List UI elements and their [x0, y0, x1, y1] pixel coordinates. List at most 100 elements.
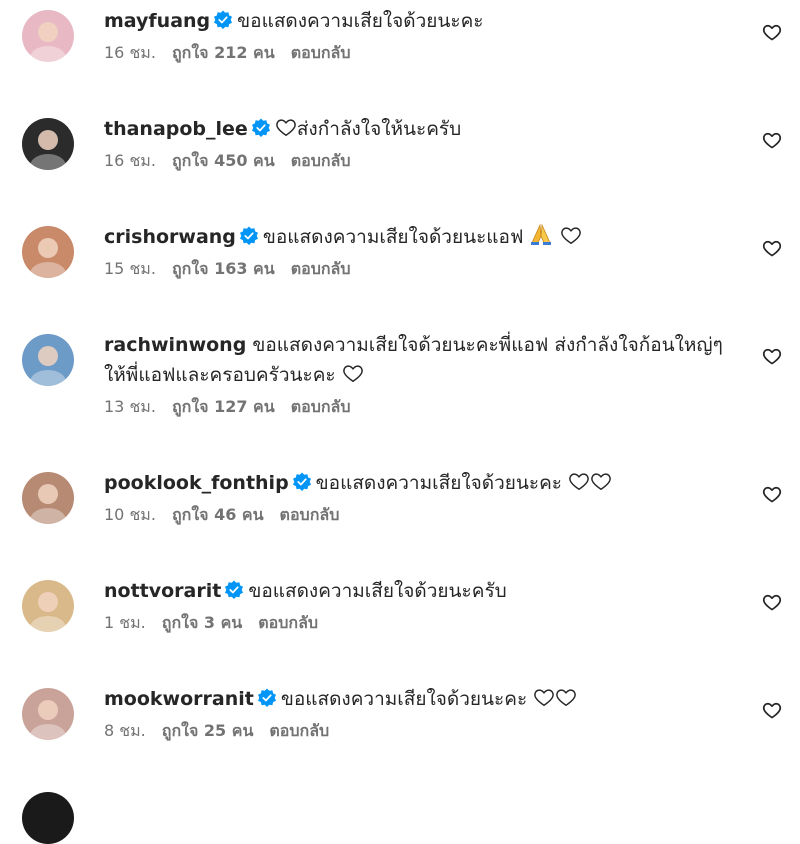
comment-text: rachwinwong ขอแสดงความเสียใจด้วยนะคะพี่แ… [104, 330, 744, 390]
comment-text: nottvorarit ขอแสดงความเสียใจด้วยนะครับ [104, 576, 744, 606]
comment-message: ขอแสดงความเสียใจด้วยนะคะ [315, 472, 562, 494]
comment-body: mookworranit ขอแสดงความเสียใจด้วยนะคะ 8 ช… [104, 684, 744, 742]
reply-button[interactable]: ตอบกลับ [291, 259, 351, 278]
username-link[interactable]: mookworranit [104, 688, 254, 710]
comment-body: pooklook_fonthip ขอแสดงความเสียใจด้วยนะคะ… [104, 468, 744, 526]
comment-meta: 1 ชม. ถูกใจ 3 คน ตอบกลับ [104, 612, 744, 634]
comment-time[interactable]: 8 ชม. [104, 721, 146, 740]
likes-count[interactable]: ถูกใจ 25 คน [162, 721, 254, 740]
avatar[interactable] [22, 226, 74, 278]
verified-badge-icon [214, 10, 233, 29]
comment-meta: 16 ชม. ถูกใจ 450 คน ตอบกลับ [104, 150, 744, 172]
comment-time[interactable]: 16 ชม. [104, 43, 156, 62]
heart-icon [569, 473, 589, 490]
comment-text-partial [104, 795, 384, 805]
comment-body: mayfuang ขอแสดงความเสียใจด้วยนะคะ 16 ชม. ถู… [104, 6, 744, 64]
heart-outline-icon [762, 702, 782, 719]
username-link[interactable]: nottvorarit [104, 580, 221, 602]
avatar[interactable] [22, 580, 74, 632]
username-link[interactable]: thanapob_lee [104, 118, 248, 140]
comment-meta: 10 ชม. ถูกใจ 46 คน ตอบกลับ [104, 504, 744, 526]
likes-count[interactable]: ถูกใจ 163 คน [172, 259, 275, 278]
comment-text: mookworranit ขอแสดงความเสียใจด้วยนะคะ [104, 684, 744, 714]
comment-time[interactable]: 1 ชม. [104, 613, 146, 632]
heart-icon [591, 473, 611, 490]
heart-outline-icon [762, 486, 782, 503]
avatar[interactable] [22, 334, 74, 386]
likes-count[interactable]: ถูกใจ 127 คน [172, 397, 275, 416]
comment-message: ขอแสดงความเสียใจด้วยนะคะ [237, 10, 484, 32]
comment-meta: 13 ชม. ถูกใจ 127 คน ตอบกลับ [104, 396, 744, 418]
avatar-image [22, 688, 74, 740]
like-button[interactable] [762, 592, 782, 612]
heart-outline-icon [762, 348, 782, 365]
avatar-image [22, 334, 74, 386]
comment-meta: 15 ชม. ถูกใจ 163 คน ตอบกลับ [104, 258, 744, 280]
avatar[interactable] [22, 472, 74, 524]
comment-body: crishorwang ขอแสดงความเสียใจด้วยนะแอฟ 15 … [104, 222, 744, 280]
comment-text: crishorwang ขอแสดงความเสียใจด้วยนะแอฟ [104, 222, 744, 252]
avatar-image [22, 580, 74, 632]
reply-button[interactable]: ตอบกลับ [280, 505, 340, 524]
like-button[interactable] [762, 700, 782, 720]
likes-count[interactable]: ถูกใจ 3 คน [162, 613, 242, 632]
username-link[interactable]: rachwinwong [104, 334, 246, 356]
comment-text: thanapob_lee ส่งกำลังใจให้นะครับ [104, 114, 744, 144]
reply-button[interactable]: ตอบกลับ [269, 721, 329, 740]
like-button[interactable] [762, 238, 782, 258]
likes-count[interactable]: ถูกใจ 450 คน [172, 151, 275, 170]
reply-button[interactable]: ตอบกลับ [291, 397, 351, 416]
avatar-image [22, 10, 74, 62]
avatar-image [22, 472, 74, 524]
heart-icon [342, 365, 363, 382]
likes-count[interactable]: ถูกใจ 212 คน [172, 43, 275, 62]
avatar[interactable] [22, 688, 74, 740]
like-button[interactable] [762, 22, 782, 42]
comment-message: ส่งกำลังใจให้นะครับ [296, 118, 462, 140]
comment-message: ขอแสดงความเสียใจด้วยนะแอฟ [262, 226, 524, 248]
avatar-image [22, 226, 74, 278]
avatar-image [22, 118, 74, 170]
cut-off-text [104, 800, 384, 805]
heart-icon [556, 689, 577, 706]
comment-time[interactable]: 16 ชม. [104, 151, 156, 170]
heart-outline-icon [762, 24, 782, 41]
heart-outline-icon [762, 594, 782, 611]
verified-badge-icon [292, 472, 311, 491]
likes-count[interactable]: ถูกใจ 46 คน [172, 505, 264, 524]
reply-button[interactable]: ตอบกลับ [291, 151, 351, 170]
heart-icon [560, 227, 581, 244]
heart-icon [534, 689, 555, 706]
comment-text: pooklook_fonthip ขอแสดงความเสียใจด้วยนะคะ [104, 468, 744, 498]
reply-button[interactable]: ตอบกลับ [291, 43, 351, 62]
like-button[interactable] [762, 130, 782, 150]
verified-badge-icon [239, 226, 258, 245]
comment-time[interactable]: 13 ชม. [104, 397, 156, 416]
heart-icon [276, 119, 296, 136]
comment-body: rachwinwong ขอแสดงความเสียใจด้วยนะคะพี่แ… [104, 330, 744, 418]
username-link[interactable]: mayfuang [104, 10, 210, 32]
avatar[interactable] [22, 118, 74, 170]
comment-time[interactable]: 10 ชม. [104, 505, 156, 524]
heart-outline-icon [762, 132, 782, 149]
username-link[interactable]: crishorwang [104, 226, 236, 248]
comment-message: ขอแสดงความเสียใจด้วยนะคะ [280, 688, 528, 710]
avatar[interactable] [22, 792, 74, 844]
comment-meta: 16 ชม. ถูกใจ 212 คน ตอบกลับ [104, 42, 744, 64]
heart-outline-icon [762, 240, 782, 257]
verified-badge-icon [257, 688, 276, 707]
like-button[interactable] [762, 484, 782, 504]
verified-badge-icon [251, 118, 270, 137]
comment-message: ขอแสดงความเสียใจด้วยนะครับ [248, 580, 507, 602]
folded-hands-icon [531, 223, 552, 245]
comment-body: thanapob_lee ส่งกำลังใจให้นะครับ 16 ชม. ถูก… [104, 114, 744, 172]
comment-text: mayfuang ขอแสดงความเสียใจด้วยนะคะ [104, 6, 744, 36]
username-link[interactable]: pooklook_fonthip [104, 472, 289, 494]
avatar[interactable] [22, 10, 74, 62]
verified-badge-icon [225, 580, 244, 599]
like-button[interactable] [762, 346, 782, 366]
reply-button[interactable]: ตอบกลับ [258, 613, 318, 632]
comment-time[interactable]: 15 ชม. [104, 259, 156, 278]
comment-meta: 8 ชม. ถูกใจ 25 คน ตอบกลับ [104, 720, 744, 742]
comment-body: nottvorarit ขอแสดงความเสียใจด้วยนะครับ 1 ช… [104, 576, 744, 634]
